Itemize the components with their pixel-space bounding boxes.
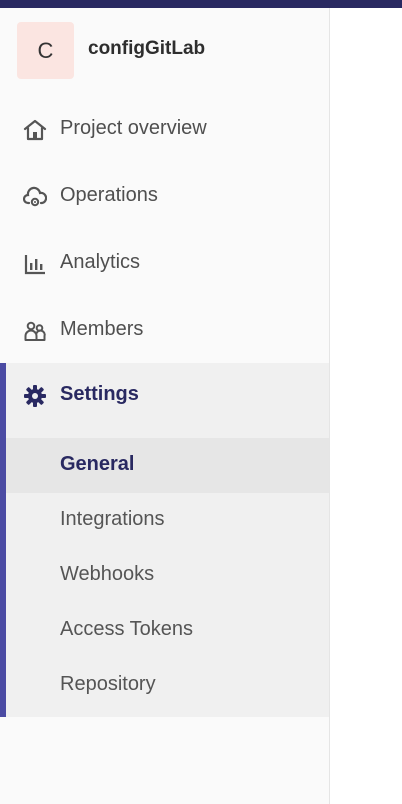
main-content <box>330 8 402 804</box>
home-icon <box>23 118 47 142</box>
sidebar-subitem-label: Access Tokens <box>60 618 194 640</box>
sidebar: C configGitLab Project overview Operatio… <box>0 8 330 804</box>
sidebar-item-operations[interactable]: Operations <box>0 164 329 230</box>
sidebar-item-label: Project overview <box>60 117 207 139</box>
sidebar-item-project-overview[interactable]: Project overview <box>0 97 329 163</box>
sidebar-item-label: Operations <box>60 184 158 206</box>
sidebar-item-members[interactable]: Members <box>0 298 329 364</box>
sidebar-item-label: Settings <box>60 383 139 405</box>
sidebar-subitem-repository[interactable]: Repository <box>6 658 329 713</box>
sidebar-subitem-label: Webhooks <box>60 563 155 585</box>
sidebar-subitem-access-tokens[interactable]: Access Tokens <box>6 603 329 658</box>
top-navigation-bar <box>0 0 402 8</box>
sidebar-subitem-label: Repository <box>60 673 156 695</box>
project-header[interactable]: C configGitLab <box>0 8 329 96</box>
sidebar-item-settings[interactable]: Settings <box>0 363 329 429</box>
users-icon <box>23 319 47 343</box>
sidebar-item-label: Members <box>60 318 144 340</box>
sidebar-subitem-webhooks[interactable]: Webhooks <box>6 548 329 603</box>
bar-chart-icon <box>23 252 47 276</box>
project-avatar[interactable]: C <box>17 22 74 79</box>
sidebar-subitem-label: Integrations <box>60 508 165 530</box>
project-name[interactable]: configGitLab <box>88 38 205 60</box>
sidebar-subitem-general[interactable]: General <box>6 438 329 493</box>
sidebar-subitem-label: General <box>60 453 135 475</box>
settings-section: Settings General Integrations Webhooks A… <box>0 363 329 717</box>
sidebar-subitem-integrations[interactable]: Integrations <box>6 493 329 548</box>
sidebar-item-label: Analytics <box>60 251 141 273</box>
gear-icon <box>23 384 47 408</box>
sidebar-item-analytics[interactable]: Analytics <box>0 231 329 297</box>
cloud-gear-icon <box>22 185 48 209</box>
